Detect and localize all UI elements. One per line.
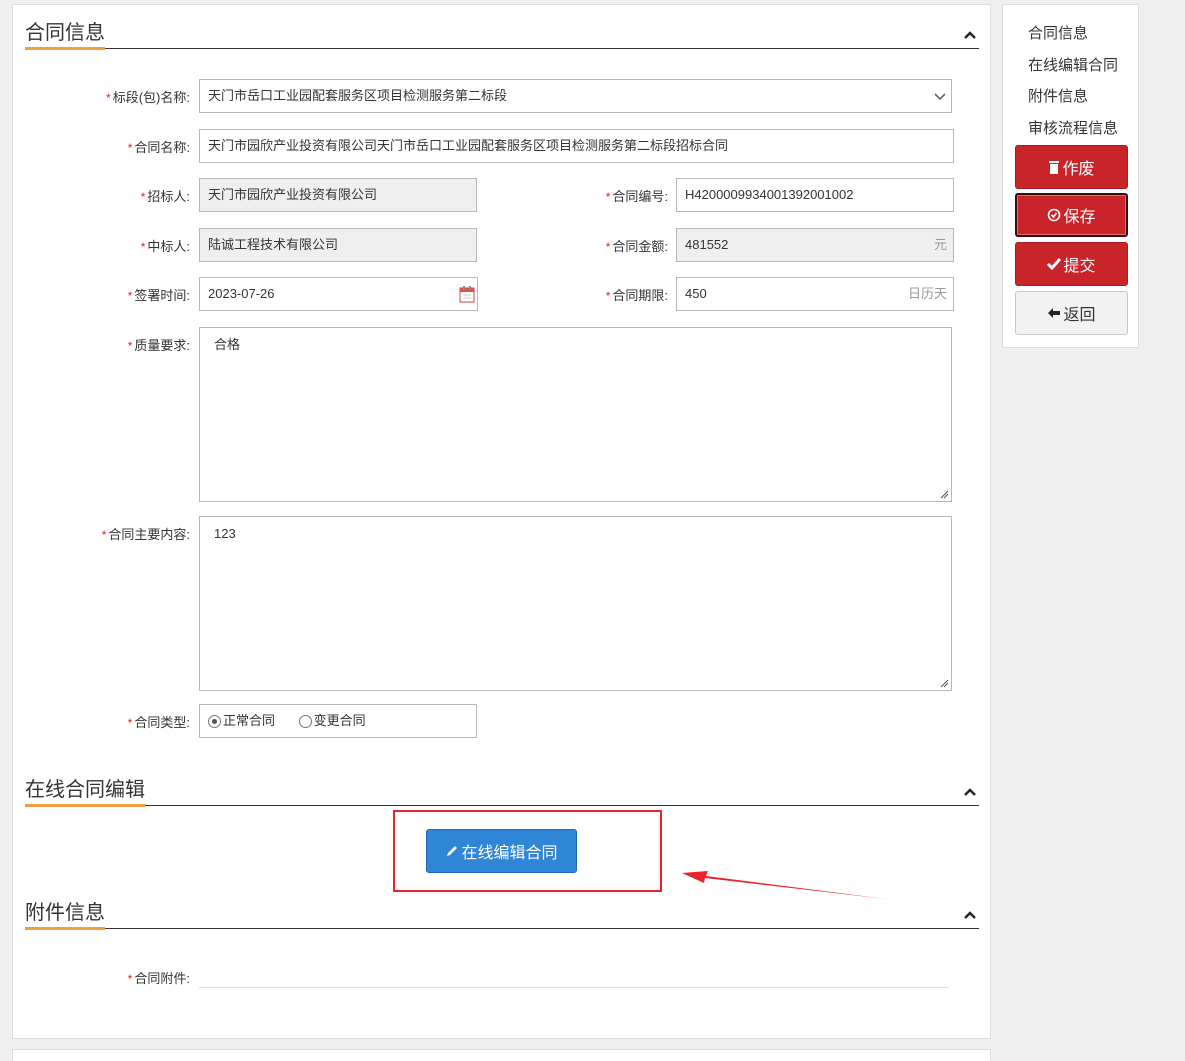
amount-label: * 合同金额: [605, 239, 668, 254]
amount-input[interactable]: 481552 元 [676, 228, 954, 262]
main-content-textarea[interactable]: 123 [199, 516, 952, 691]
radio-label: 正常合同 [223, 713, 276, 728]
contract-no-value: H4200009934001392001002 [685, 187, 854, 202]
attachment-label: * 合同附件: [127, 971, 190, 986]
section-title: 附件信息 [25, 900, 105, 930]
save-button-label: 保存 [1063, 209, 1096, 226]
main-content-label: * 合同主要内容: [101, 527, 190, 542]
radio-change-contract[interactable]: 变更合同 [298, 705, 366, 737]
amount-unit: 元 [933, 237, 947, 252]
arrow-left-icon [1048, 308, 1061, 318]
sign-date-value: 2023-07-26 [208, 286, 275, 301]
period-input[interactable]: 450 日历天 [676, 277, 954, 311]
contract-no-label: * 合同编号: [605, 189, 668, 204]
void-button-label: 作废 [1062, 161, 1095, 178]
contract-type-radio-group: 正常合同 变更合同 [199, 704, 477, 738]
section-header-online-edit[interactable]: 在线合同编辑 [25, 770, 979, 807]
bid-section-select[interactable]: 天门市岳口工业园配套服务区项目检测服务第二标段 [199, 79, 952, 113]
void-button[interactable]: 作废 [1015, 145, 1128, 189]
save-button[interactable]: 保存 [1015, 193, 1128, 237]
online-edit-button-label: 在线编辑合同 [461, 845, 558, 862]
sign-date-input[interactable]: 2023-07-26 [199, 277, 478, 311]
chevron-up-icon[interactable] [963, 908, 977, 922]
quality-label: * 质量要求: [127, 338, 190, 353]
radio-label: 变更合同 [313, 713, 366, 728]
side-link-approval-flow[interactable]: 审核流程信息 [1028, 117, 1118, 138]
contract-no-input[interactable]: H4200009934001392001002 [676, 178, 954, 212]
attachment-area[interactable] [199, 987, 949, 988]
submit-button-label: 提交 [1063, 258, 1096, 275]
online-edit-contract-button[interactable]: 在线编辑合同 [426, 829, 577, 873]
trash-icon [1049, 161, 1060, 174]
period-value: 450 [685, 286, 707, 301]
red-arrow-annotation [682, 871, 886, 899]
side-panel: 合同信息 在线编辑合同 附件信息 审核流程信息 作废 保存 提交 返回 [1002, 4, 1139, 348]
period-unit: 日历天 [907, 286, 947, 301]
contract-type-label: * 合同类型: [127, 715, 190, 730]
pencil-icon [447, 846, 458, 856]
radio-selected-icon [208, 714, 221, 728]
bid-section-value: 天门市岳口工业园配套服务区项目检测服务第二标段 [208, 88, 508, 103]
side-link-contract-info[interactable]: 合同信息 [1028, 22, 1088, 43]
main-content-value: 123 [214, 526, 236, 541]
tenderer-input[interactable]: 天门市园欣产业投资有限公司 [199, 178, 477, 212]
side-link-online-edit[interactable]: 在线编辑合同 [1028, 54, 1118, 75]
chevron-up-icon[interactable] [963, 28, 977, 42]
check-circle-icon [1048, 208, 1061, 222]
chevron-up-icon[interactable] [963, 785, 977, 799]
radio-unselected-icon [298, 714, 312, 728]
checkmark-icon [1047, 258, 1062, 270]
amount-value: 481552 [685, 237, 729, 252]
resize-handle-icon[interactable] [939, 678, 949, 688]
contract-name-input[interactable]: 天门市园欣产业投资有限公司天门市岳口工业园配套服务区项目检测服务第二标段招标合同 [199, 129, 954, 163]
tenderer-value: 天门市园欣产业投资有限公司 [208, 187, 378, 202]
radio-normal-contract[interactable]: 正常合同 [208, 705, 275, 737]
chevron-down-icon [934, 93, 946, 101]
section-title: 合同信息 [25, 20, 105, 50]
contract-name-value: 天门市园欣产业投资有限公司天门市岳口工业园配套服务区项目检测服务第二标段招标合同 [208, 138, 729, 153]
calendar-icon[interactable] [459, 285, 475, 303]
winner-input[interactable]: 陆诚工程技术有限公司 [199, 228, 477, 262]
quality-textarea[interactable]: 合格 [199, 327, 952, 502]
winner-label: * 中标人: [140, 239, 190, 254]
contract-name-label: * 合同名称: [127, 140, 190, 155]
back-button-label: 返回 [1063, 307, 1096, 324]
period-label: * 合同期限: [605, 288, 668, 303]
bottom-panel [12, 1049, 991, 1061]
back-button[interactable]: 返回 [1015, 291, 1128, 335]
tenderer-label: * 招标人: [140, 189, 190, 204]
resize-handle-icon[interactable] [939, 489, 949, 499]
section-title: 在线合同编辑 [25, 777, 145, 807]
winner-value: 陆诚工程技术有限公司 [208, 237, 339, 252]
sign-date-label: * 签署时间: [127, 288, 190, 303]
quality-value: 合格 [214, 337, 241, 352]
bid-section-label: * 标段(包)名称: [106, 90, 190, 105]
submit-button[interactable]: 提交 [1015, 242, 1128, 286]
section-header-contract-info[interactable]: 合同信息 [25, 13, 979, 50]
side-link-attachments[interactable]: 附件信息 [1028, 85, 1088, 106]
